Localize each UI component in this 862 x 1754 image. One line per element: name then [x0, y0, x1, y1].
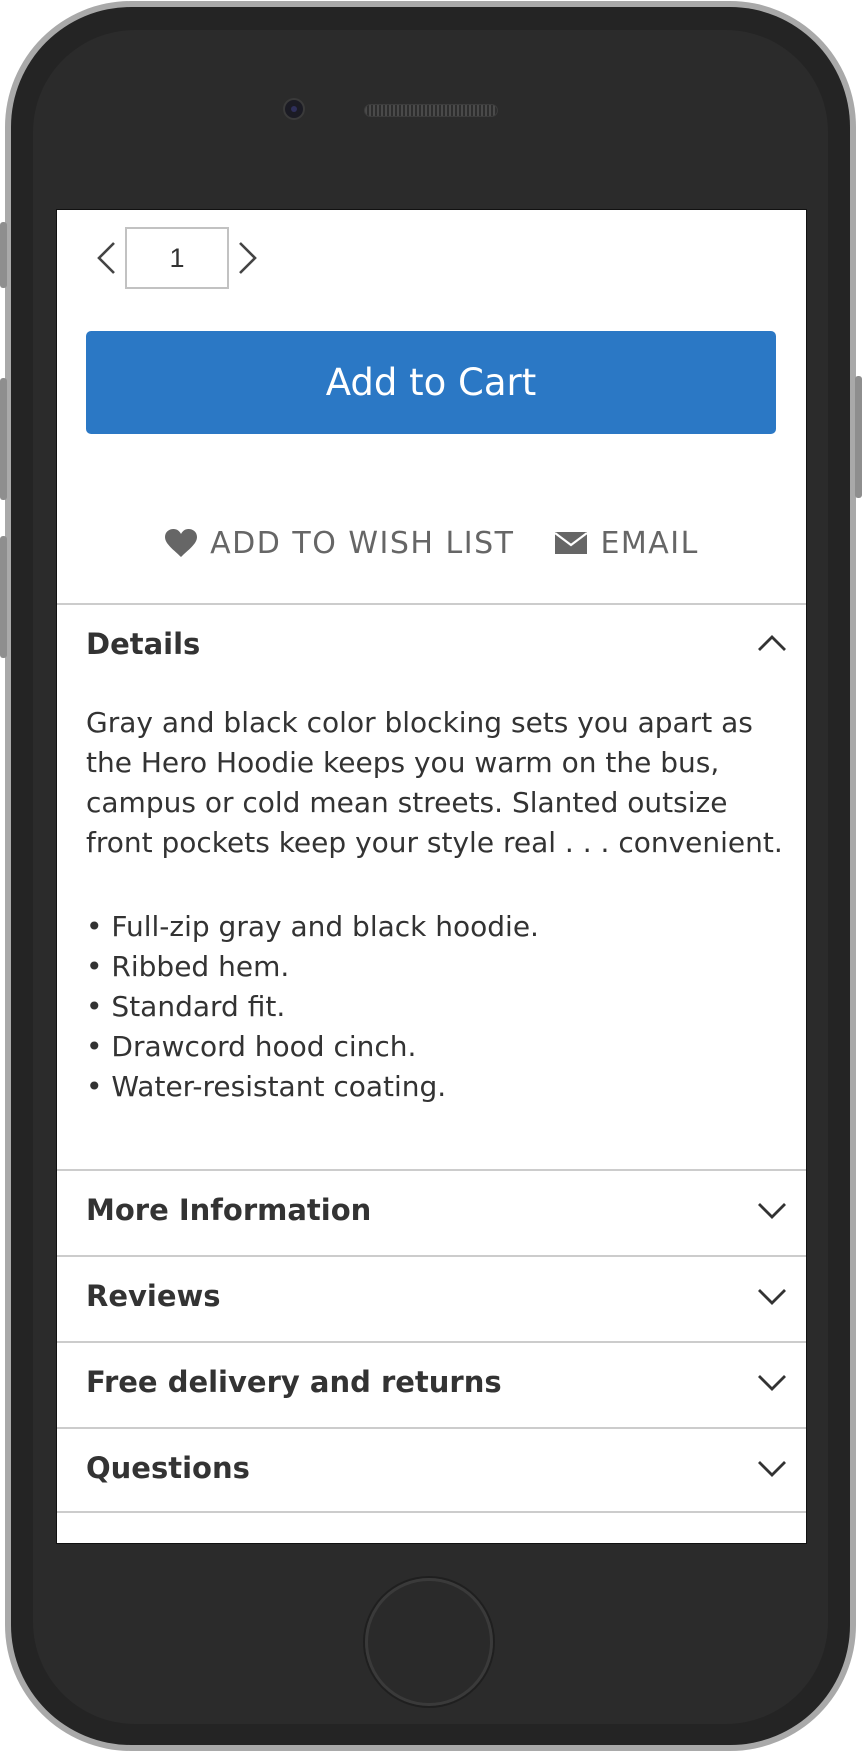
heart-icon	[165, 529, 198, 557]
quantity-increase-button[interactable]	[229, 226, 267, 290]
details-tab[interactable]: Details	[86, 627, 200, 661]
chevron-down-icon	[758, 1375, 786, 1391]
reviews-tab[interactable]: Reviews	[86, 1279, 221, 1313]
feature-item: • Drawcord hood cinch.	[86, 1030, 417, 1063]
feature-item: • Full-zip gray and black hoodie.	[86, 910, 539, 943]
mute-switch	[0, 222, 7, 288]
more-information-section[interactable]: More Information	[57, 1169, 806, 1255]
questions-tab[interactable]: Questions	[86, 1451, 250, 1485]
quantity-decrease-button[interactable]	[87, 226, 125, 290]
quantity-input[interactable]	[125, 227, 229, 289]
feature-item: • Standard fit.	[86, 990, 286, 1023]
reviews-section[interactable]: Reviews	[57, 1255, 806, 1341]
feature-item: • Ribbed hem.	[86, 950, 290, 983]
chevron-down-icon	[758, 1461, 786, 1477]
delivery-section[interactable]: Free delivery and returns	[57, 1341, 806, 1427]
volume-up-button	[0, 378, 7, 500]
add-to-wishlist-label: Add to Wish List	[210, 525, 515, 561]
product-description: Gray and black color blocking sets you a…	[86, 706, 783, 859]
chevron-down-icon	[758, 1203, 786, 1219]
chevron-right-icon	[239, 242, 257, 274]
front-camera	[285, 100, 303, 118]
screen: Add to Cart Add to Wish List Email Detai…	[56, 209, 807, 1544]
email-link[interactable]: Email	[554, 526, 698, 561]
chevron-down-icon	[758, 1289, 786, 1305]
details-section: Details Gray and black color blocking se…	[57, 603, 806, 1169]
feature-item: • Water-resistant coating.	[86, 1070, 447, 1103]
feature-list: • Full-zip gray and black hoodie. • Ribb…	[86, 907, 786, 1107]
add-to-wishlist-link[interactable]: Add to Wish List	[164, 526, 514, 561]
delivery-tab[interactable]: Free delivery and returns	[86, 1365, 502, 1399]
chevron-left-icon	[97, 242, 115, 274]
product-actions: Add to Wish List Email	[57, 520, 806, 566]
more-information-tab[interactable]: More Information	[86, 1193, 371, 1227]
volume-down-button	[0, 536, 7, 658]
email-label: Email	[600, 525, 699, 561]
home-button[interactable]	[365, 1578, 493, 1706]
questions-section[interactable]: Questions	[57, 1427, 806, 1513]
add-to-cart-button[interactable]: Add to Cart	[86, 331, 776, 434]
earpiece-speaker	[364, 104, 498, 117]
chevron-up-icon[interactable]	[756, 633, 788, 653]
quantity-stepper	[87, 226, 267, 290]
envelope-icon	[554, 532, 589, 554]
power-button	[855, 376, 862, 498]
